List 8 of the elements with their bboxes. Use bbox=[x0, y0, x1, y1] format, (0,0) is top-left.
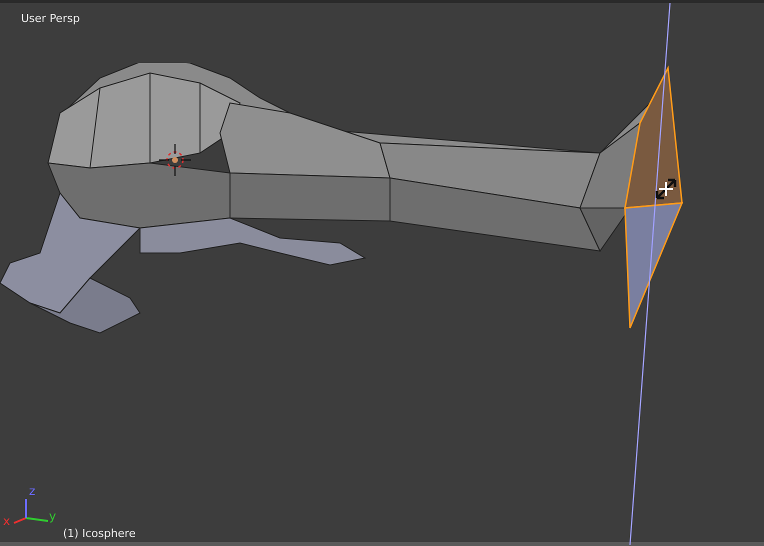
viewport[interactable]: User Persp x y z (1) Icosphere bbox=[0, 0, 764, 546]
object-label: (1) Icosphere bbox=[63, 526, 136, 542]
axis-label: x bbox=[3, 514, 10, 528]
move-cursor-icon bbox=[653, 176, 679, 202]
axis-label: y bbox=[49, 509, 56, 523]
crosshair-icon bbox=[159, 144, 191, 176]
view-label: User Persp bbox=[21, 11, 80, 27]
axis-label: z bbox=[29, 484, 36, 498]
